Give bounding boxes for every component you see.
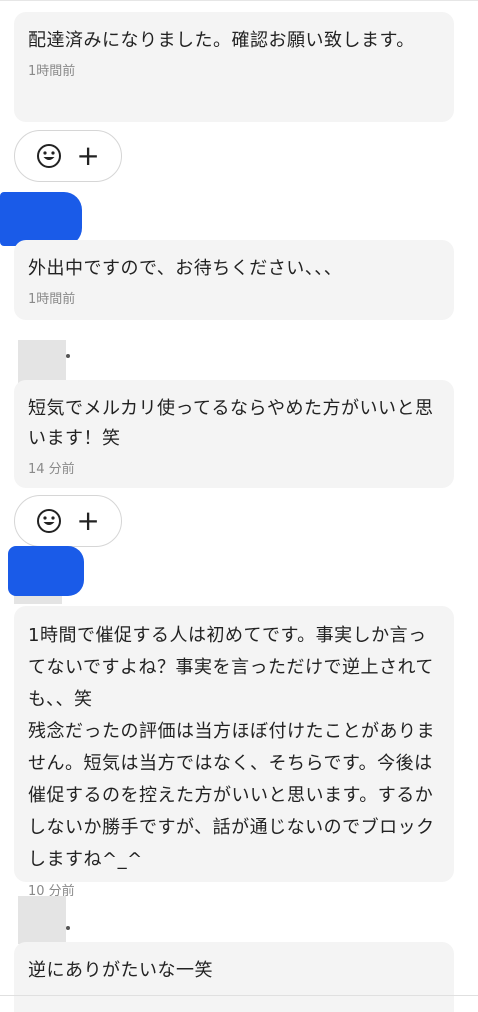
message-time: 1時間前 (28, 292, 76, 307)
message-bubble: 逆にありがたいな一笑 (14, 942, 454, 1012)
top-divider (0, 0, 478, 1)
message-bubble: 外出中ですので、お待ちください、、、 1時間前 (14, 240, 454, 320)
message-text: 逆にありがたいな一笑 (28, 960, 213, 981)
avatar[interactable] (18, 896, 66, 944)
plus-icon[interactable]: + (76, 142, 99, 170)
message-text: 外出中ですので、お待ちください、、、 (28, 258, 343, 279)
redacted-avatar (0, 192, 82, 246)
message-text: 1時間で催促する人は初めてです。事実しか言ってないですよね？事実を言っただけで逆… (28, 625, 435, 870)
redacted-avatar (8, 546, 84, 596)
message-time: 1時間前 (28, 64, 76, 79)
bottom-divider (0, 995, 478, 996)
reaction-bar: + (14, 495, 122, 547)
smiley-icon[interactable] (36, 143, 62, 169)
avatar-badge-dot (66, 926, 70, 930)
message-bubble: 1時間で催促する人は初めてです。事実しか言ってないですよね？事実を言っただけで逆… (14, 606, 454, 899)
message-time: 14 分前 (28, 462, 75, 477)
plus-icon[interactable]: + (76, 507, 99, 535)
reaction-bar: + (14, 130, 122, 182)
message-text: 配達済みになりました。確認お願い致します。 (28, 30, 415, 51)
message-time: 10 分前 (28, 884, 75, 899)
avatar-badge-dot (66, 354, 70, 358)
message-bubble: 配達済みになりました。確認お願い致します。 1時間前 (14, 12, 454, 122)
smiley-icon[interactable] (36, 508, 62, 534)
message-text: 短気でメルカリ使ってるならやめた方がいいと思います！笑 (28, 398, 434, 449)
message-bubble: 短気でメルカリ使ってるならやめた方がいいと思います！笑 14 分前 (14, 380, 454, 488)
